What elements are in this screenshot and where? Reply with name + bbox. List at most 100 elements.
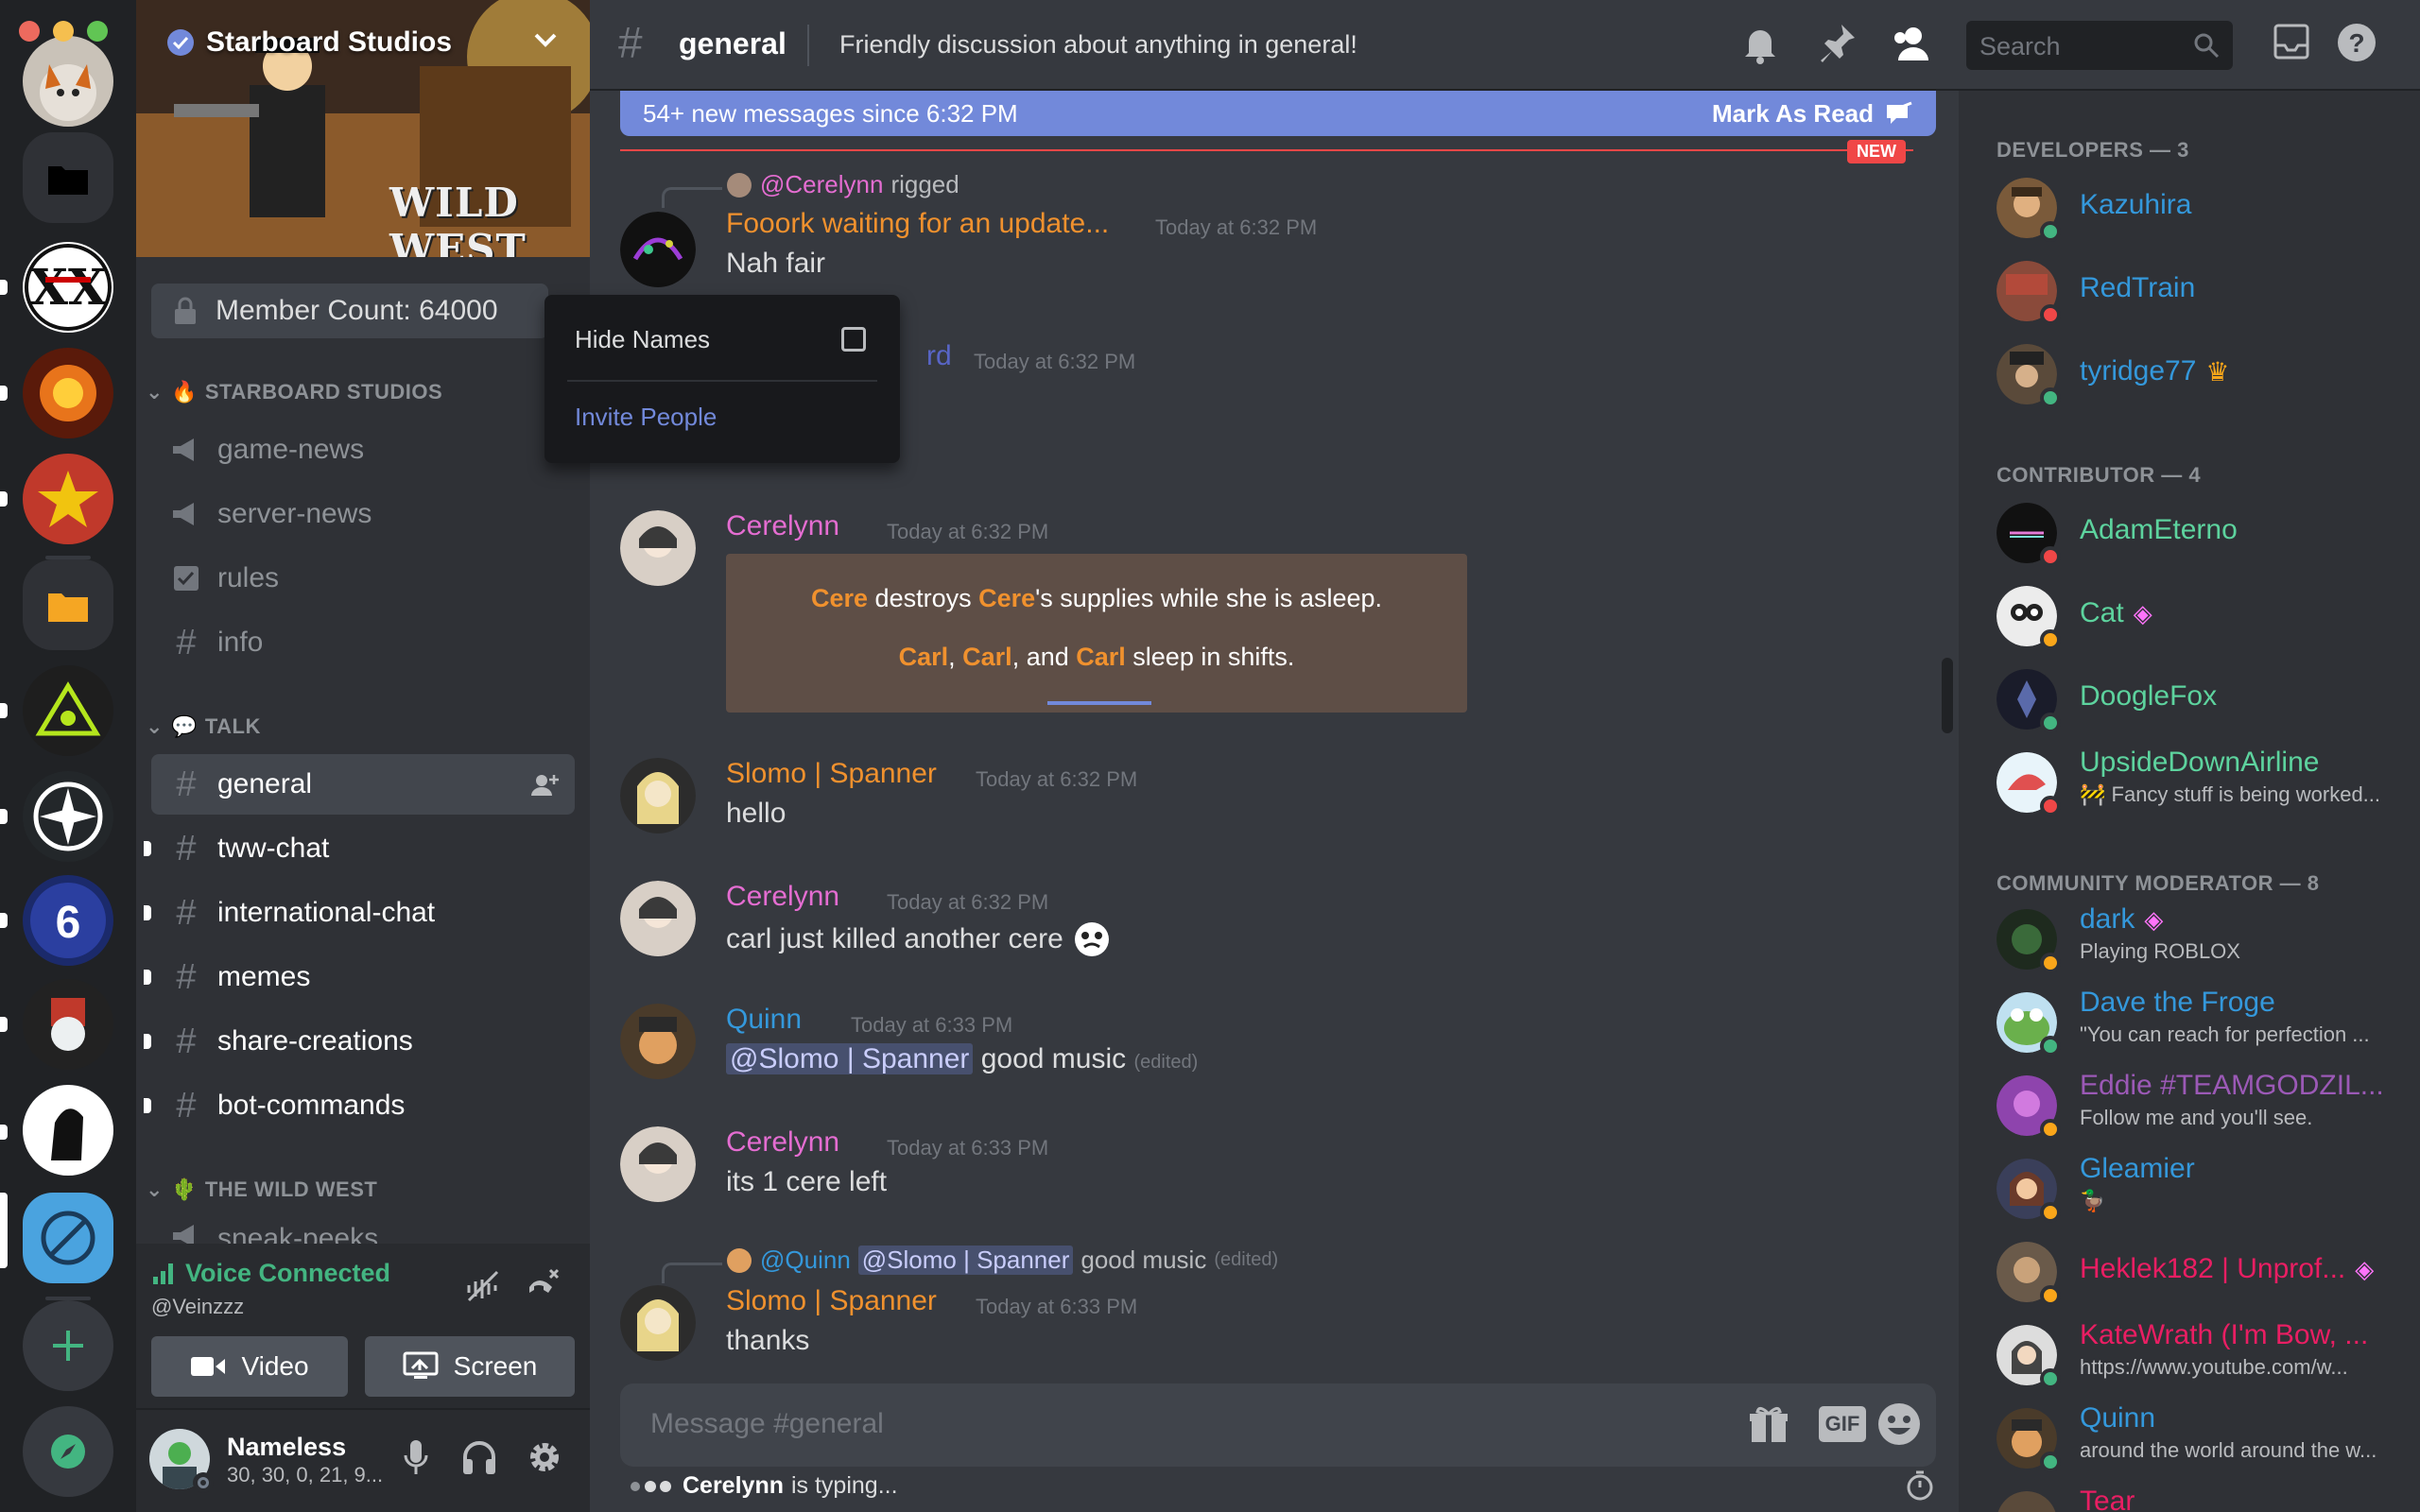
noise-suppression-icon[interactable] bbox=[465, 1268, 499, 1302]
message-composer[interactable]: Message #general GIF bbox=[620, 1383, 1936, 1467]
server-icon-six[interactable]: 6 bbox=[23, 875, 113, 966]
member-item[interactable]: Dave the Froge "You can reach for perfec… bbox=[1996, 985, 2403, 1060]
zoom-window-button[interactable] bbox=[87, 21, 108, 42]
message-author[interactable]: Cerelynn bbox=[726, 1126, 839, 1159]
pin-icon[interactable] bbox=[1817, 23, 1857, 64]
avatar[interactable] bbox=[620, 510, 696, 586]
member-item[interactable]: Gleamier 🦆 bbox=[1996, 1151, 2403, 1227]
member-item[interactable]: Quinn around the world around the w... bbox=[1996, 1400, 2403, 1476]
message[interactable]: Cerelynn Today at 6:32 PM carl just kill… bbox=[620, 881, 1925, 975]
channel-general[interactable]: # general bbox=[151, 754, 575, 815]
member-item[interactable]: UpsideDownAirline 🚧 Fancy stuff is being… bbox=[1996, 745, 2403, 820]
headphones-icon[interactable] bbox=[461, 1438, 497, 1476]
chat-scrollbar[interactable] bbox=[1942, 658, 1953, 733]
member-count-channel[interactable]: Member Count: 64000 bbox=[151, 284, 548, 338]
channel-bot-commands[interactable]: # bot-commands bbox=[144, 1075, 575, 1136]
explore-servers-button[interactable] bbox=[23, 1406, 113, 1497]
message-author[interactable]: Cerelynn bbox=[726, 881, 839, 913]
channel-game-news[interactable]: game-news bbox=[151, 420, 575, 480]
category-starboard[interactable]: ⌄ 🔥 STARBOARD STUDIOS bbox=[146, 380, 442, 404]
add-server-button[interactable] bbox=[23, 1300, 113, 1391]
message[interactable]: Cerelynn Today at 6:33 PM its 1 cere lef… bbox=[620, 1126, 1925, 1221]
avatar[interactable] bbox=[620, 1004, 696, 1079]
server-icon-star[interactable] bbox=[23, 454, 113, 544]
channel-tww-chat[interactable]: # tww-chat bbox=[144, 818, 575, 879]
emoji-picker-icon[interactable] bbox=[1877, 1402, 1921, 1446]
message-author[interactable]: Cerelynn bbox=[726, 510, 839, 542]
username[interactable]: Nameless bbox=[227, 1433, 346, 1462]
reply-reference[interactable]: @Quinn @Slomo | Spanner good music (edit… bbox=[726, 1246, 1278, 1275]
message-author[interactable]: Fooork waiting for an update... bbox=[726, 208, 1109, 240]
chevron-down-icon[interactable] bbox=[533, 32, 558, 49]
close-window-button[interactable] bbox=[19, 21, 40, 42]
message[interactable]: Quinn Today at 6:33 PM @Slomo | Spanner … bbox=[620, 1004, 1925, 1098]
new-messages-bar[interactable]: 54+ new messages since 6:32 PM Mark As R… bbox=[620, 91, 1936, 136]
inbox-icon[interactable] bbox=[2273, 23, 2310, 60]
avatar[interactable] bbox=[620, 212, 696, 287]
message-author[interactable]: Quinn bbox=[726, 1004, 802, 1036]
category-talk[interactable]: ⌄ 💬 TALK bbox=[146, 714, 261, 739]
category-wild-west[interactable]: ⌄ 🌵 THE WILD WEST bbox=[146, 1177, 377, 1202]
member-item[interactable]: Heklek182 | Unprof... ◈ bbox=[1996, 1234, 2403, 1310]
help-icon[interactable]: ? bbox=[2337, 23, 2377, 62]
minimize-window-button[interactable] bbox=[53, 21, 74, 42]
message-author[interactable]: Slomo | Spanner bbox=[726, 1285, 937, 1317]
server-icon-triangle[interactable] bbox=[23, 665, 113, 756]
gift-icon[interactable] bbox=[1749, 1406, 1789, 1444]
member-item[interactable]: AdamEterno bbox=[1996, 495, 2403, 571]
channel-rules[interactable]: rules bbox=[151, 548, 575, 609]
microphone-icon[interactable] bbox=[403, 1438, 429, 1476]
server-name[interactable]: Starboard Studios bbox=[166, 26, 452, 59]
member-item[interactable]: Cat ◈ bbox=[1996, 578, 2403, 654]
settings-gear-icon[interactable] bbox=[526, 1438, 563, 1476]
server-folder-icon[interactable] bbox=[23, 132, 113, 223]
member-item[interactable]: Kazuhira bbox=[1996, 170, 2403, 246]
server-icon-fox[interactable] bbox=[23, 36, 113, 127]
message-author[interactable]: Slomo | Spanner bbox=[726, 758, 937, 790]
message-input-placeholder[interactable]: Message #general bbox=[650, 1408, 884, 1440]
server-icon-hunter[interactable]: XX bbox=[23, 242, 113, 333]
member-item[interactable]: dark ◈ Playing ROBLOX bbox=[1996, 902, 2403, 977]
message[interactable]: @Cerelynn rigged Fooork waiting for an u… bbox=[620, 170, 1925, 287]
message-author[interactable]: rd bbox=[926, 340, 952, 372]
avatar[interactable] bbox=[620, 881, 696, 956]
channel-topic[interactable]: Friendly discussion about anything in ge… bbox=[839, 30, 1357, 60]
channel-sneak-peeks[interactable]: sneak-peeks bbox=[151, 1215, 575, 1244]
search-input[interactable]: Search bbox=[1966, 21, 2233, 70]
gif-button[interactable]: GIF bbox=[1819, 1406, 1866, 1442]
hide-names-option[interactable]: Hide Names bbox=[575, 325, 710, 354]
server-icon-shadow-riders[interactable] bbox=[23, 1085, 113, 1176]
member-item[interactable]: Tear bbox=[1996, 1484, 2403, 1512]
member-item[interactable]: tyridge77 ♛ bbox=[1996, 336, 2403, 412]
avatar[interactable] bbox=[620, 1126, 696, 1202]
invite-people-option[interactable]: Invite People bbox=[575, 403, 717, 432]
message[interactable]: Slomo | Spanner Today at 6:32 PM hello bbox=[620, 758, 1925, 852]
avatar[interactable] bbox=[620, 1285, 696, 1361]
mark-as-read-button[interactable]: Mark As Read bbox=[1712, 99, 1913, 129]
message[interactable]: @Quinn @Slomo | Spanner good music (edit… bbox=[620, 1246, 1925, 1368]
disconnect-icon[interactable] bbox=[526, 1268, 562, 1302]
channel-memes[interactable]: # memes bbox=[144, 947, 575, 1007]
channel-share-creations[interactable]: # share-creations bbox=[144, 1011, 575, 1072]
member-item[interactable]: KateWrath (I'm Bow, ... https://www.yout… bbox=[1996, 1317, 2403, 1393]
reply-reference[interactable]: @Cerelynn rigged bbox=[726, 170, 959, 199]
member-item[interactable]: DoogleFox bbox=[1996, 662, 2403, 737]
member-list-icon[interactable] bbox=[1889, 23, 1932, 64]
bell-icon[interactable] bbox=[1741, 23, 1779, 64]
server-icon-starboard[interactable] bbox=[23, 1193, 113, 1283]
member-item[interactable]: Eddie #TEAMGODZIL... Follow me and you'l… bbox=[1996, 1068, 2403, 1143]
server-icon-phoenix[interactable] bbox=[23, 348, 113, 438]
channel-server-news[interactable]: server-news bbox=[151, 484, 575, 544]
server-folder-icon[interactable] bbox=[23, 559, 113, 650]
avatar[interactable] bbox=[620, 758, 696, 833]
user-mention[interactable]: @Slomo | Spanner bbox=[857, 1246, 1074, 1275]
invite-user-icon[interactable] bbox=[531, 773, 560, 798]
server-icon-uncle[interactable] bbox=[23, 979, 113, 1070]
video-button[interactable]: Video bbox=[151, 1336, 348, 1397]
user-mention[interactable]: @Slomo | Spanner bbox=[726, 1043, 974, 1074]
member-item[interactable]: RedTrain bbox=[1996, 253, 2403, 329]
voice-status[interactable]: Voice Connected bbox=[151, 1259, 390, 1288]
hide-names-checkbox[interactable] bbox=[841, 327, 866, 352]
channel-international-chat[interactable]: # international-chat bbox=[144, 883, 575, 943]
server-icon-compass[interactable] bbox=[23, 771, 113, 862]
